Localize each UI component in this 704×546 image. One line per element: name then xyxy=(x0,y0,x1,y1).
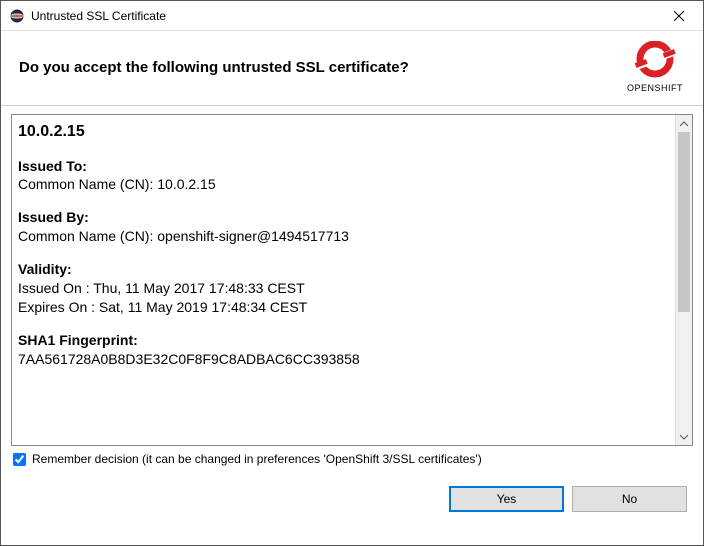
issued-by-cn: Common Name (CN): openshift-signer@14945… xyxy=(18,227,655,246)
certificate-content: 10.0.2.15 Issued To: Common Name (CN): 1… xyxy=(12,115,675,375)
issued-by-label: Issued By: xyxy=(18,208,655,227)
scroll-up-button[interactable] xyxy=(676,115,692,132)
eclipse-icon xyxy=(9,8,25,24)
openshift-logo: OPENSHIFT xyxy=(625,41,685,93)
issued-on: Issued On : Thu, 11 May 2017 17:48:33 CE… xyxy=(18,279,655,298)
issued-to-cn: Common Name (CN): 10.0.2.15 xyxy=(18,175,655,194)
certificate-details: 10.0.2.15 Issued To: Common Name (CN): 1… xyxy=(11,114,693,446)
no-button[interactable]: No xyxy=(572,486,687,512)
chevron-up-icon xyxy=(680,121,688,127)
window-title: Untrusted SSL Certificate xyxy=(31,9,656,23)
openshift-icon xyxy=(633,41,677,81)
remember-row: Remember decision (it can be changed in … xyxy=(11,452,693,466)
dialog-question: Do you accept the following untrusted SS… xyxy=(19,59,625,76)
openshift-logo-label: OPENSHIFT xyxy=(625,83,685,93)
fingerprint-value: 7AA561728A0B8D3E32C0F8F9C8ADBAC6CC393858 xyxy=(18,350,655,369)
fingerprint-label: SHA1 Fingerprint: xyxy=(18,331,655,350)
yes-button[interactable]: Yes xyxy=(449,486,564,512)
scrollbar-thumb[interactable] xyxy=(678,132,690,312)
remember-label[interactable]: Remember decision (it can be changed in … xyxy=(32,452,482,466)
chevron-down-icon xyxy=(680,434,688,440)
dialog-header: Do you accept the following untrusted SS… xyxy=(1,31,703,99)
header-divider xyxy=(1,105,703,106)
close-icon xyxy=(674,11,684,21)
scrollbar-track[interactable] xyxy=(676,132,692,428)
remember-checkbox[interactable] xyxy=(13,453,26,466)
title-bar: Untrusted SSL Certificate xyxy=(1,1,703,31)
certificate-scrollbar[interactable] xyxy=(675,115,692,445)
expires-on: Expires On : Sat, 11 May 2019 17:48:34 C… xyxy=(18,298,655,317)
certificate-host: 10.0.2.15 xyxy=(18,121,655,143)
issued-to-label: Issued To: xyxy=(18,157,655,176)
scroll-down-button[interactable] xyxy=(676,428,692,445)
button-row: Yes No xyxy=(1,466,703,524)
validity-label: Validity: xyxy=(18,260,655,279)
close-button[interactable] xyxy=(656,2,701,30)
